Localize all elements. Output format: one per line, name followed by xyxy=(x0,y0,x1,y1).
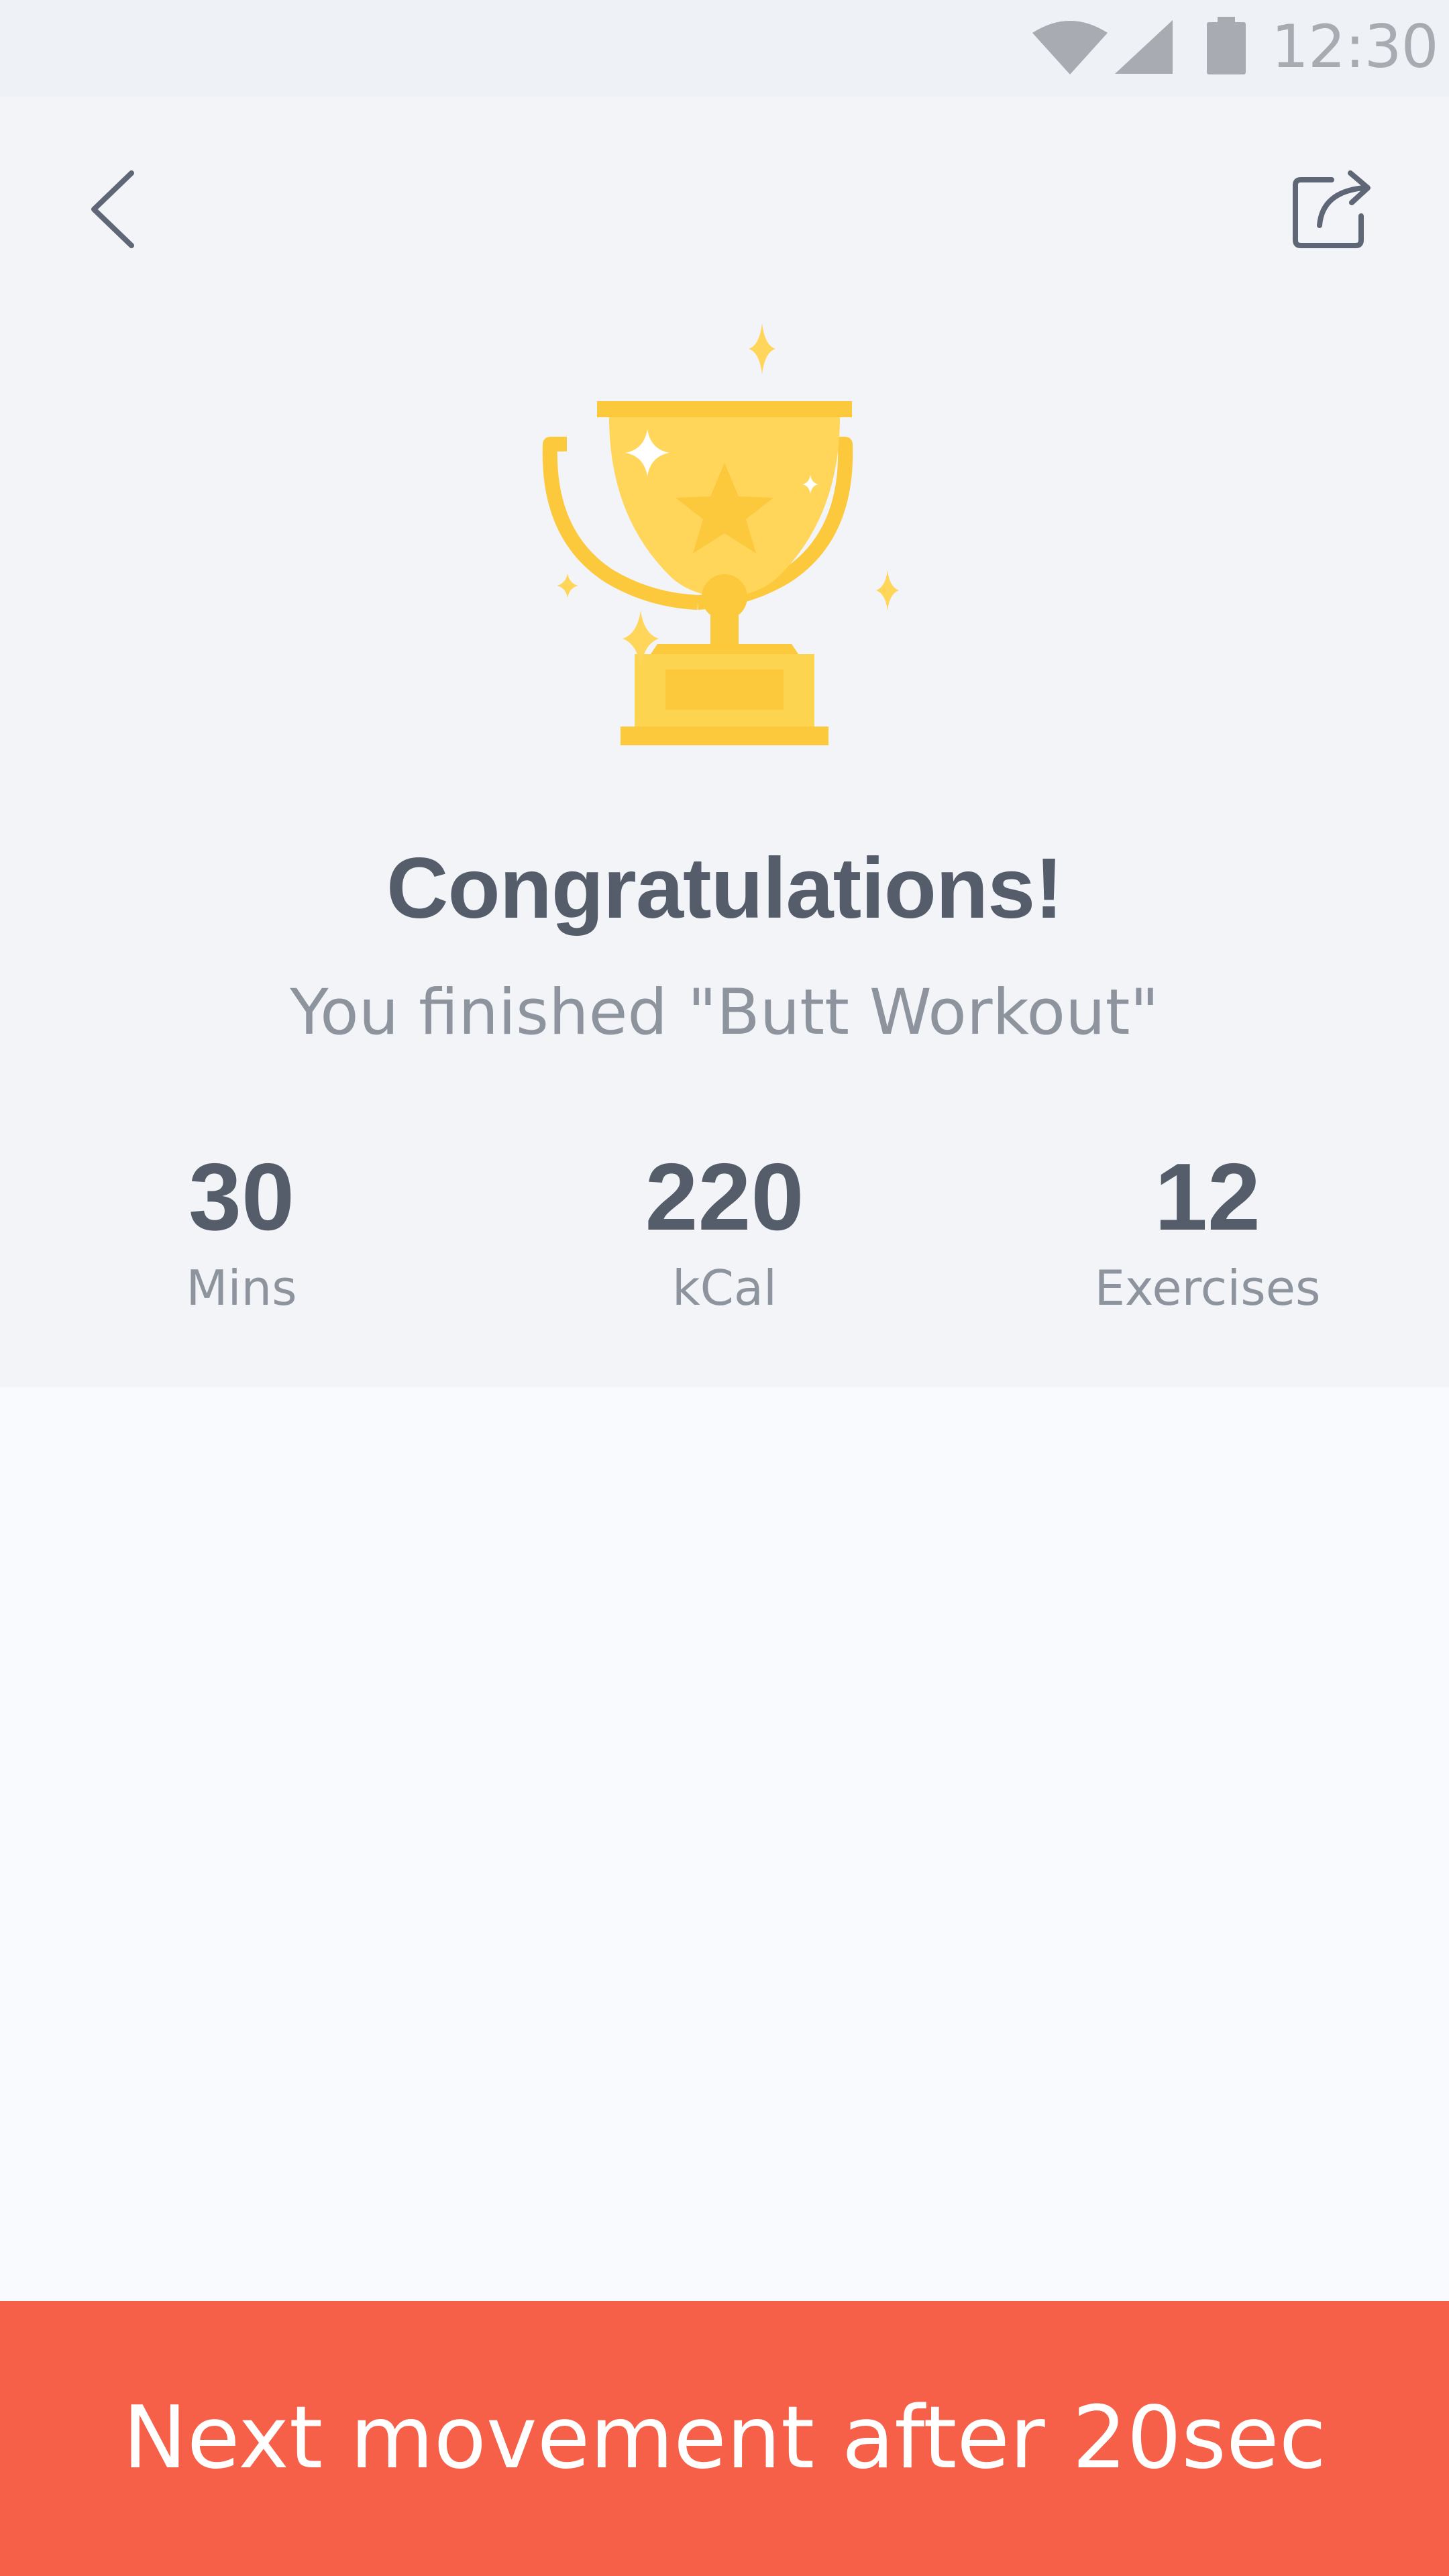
status-time: 12:30 xyxy=(1271,12,1439,81)
stat-exercises-unit: Exercises xyxy=(1094,1260,1321,1316)
share-icon[interactable] xyxy=(1285,168,1379,255)
battery-icon xyxy=(1207,17,1246,74)
stat-calories: 220 kCal xyxy=(523,1140,926,1318)
stat-calories-value: 220 xyxy=(645,1144,804,1250)
workout-subtitle: You finished "Butt Workout" xyxy=(290,976,1159,1049)
status-bar: 12:30 xyxy=(0,0,1449,97)
page-title: Congratulations! xyxy=(386,841,1063,936)
stat-duration-unit: Mins xyxy=(186,1260,297,1316)
stat-exercises-value: 12 xyxy=(1155,1144,1260,1250)
wifi-icon xyxy=(1032,21,1108,74)
back-icon[interactable] xyxy=(79,154,146,255)
stat-calories-unit: kCal xyxy=(672,1260,777,1316)
stat-duration: 30 Mins xyxy=(40,1140,443,1318)
stat-duration-value: 30 xyxy=(189,1144,294,1250)
next-movement-button[interactable]: Next movement after 20sec xyxy=(0,2301,1449,2576)
stat-exercises: 12 Exercises xyxy=(1006,1140,1409,1318)
trophy-icon xyxy=(542,323,899,745)
cellular-signal-icon xyxy=(1115,20,1173,74)
